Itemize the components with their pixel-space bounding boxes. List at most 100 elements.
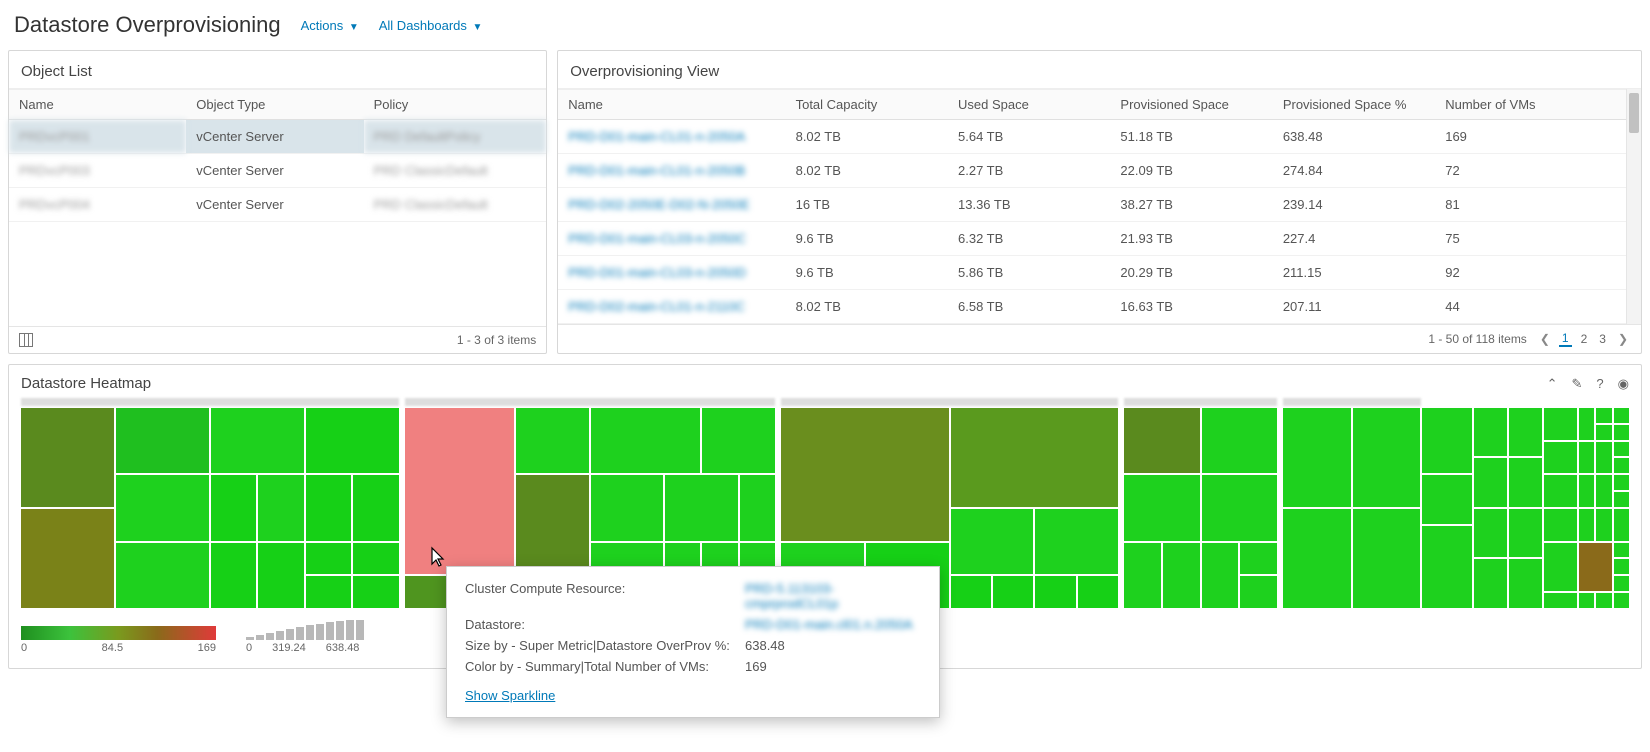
cell-name[interactable]: PRD-D02-main-CL01-n-2110C	[558, 290, 785, 324]
col-total[interactable]: Total Capacity	[786, 90, 948, 120]
cell-prov: 21.93 TB	[1110, 222, 1272, 256]
cell-total: 9.6 TB	[786, 222, 948, 256]
tt-label: Color by - Summary|Total Number of VMs:	[465, 659, 745, 674]
cell-total: 8.02 TB	[786, 290, 948, 324]
legend-size-0: 0	[246, 642, 252, 654]
cell-name[interactable]: PRD-D01-main-CL01-n-2050B	[558, 154, 785, 188]
cell-pct: 638.48	[1273, 120, 1435, 154]
cell-vms: 92	[1435, 256, 1641, 290]
tt-label: Size by - Super Metric|Datastore OverPro…	[465, 638, 745, 653]
overprovisioning-heading: Overprovisioning View	[558, 51, 1641, 89]
col-type[interactable]: Object Type	[186, 90, 363, 120]
tt-value: 169	[745, 659, 767, 674]
cell-total: 8.02 TB	[786, 120, 948, 154]
table-row[interactable]: PRD-D01-main-CL01-n-2050B8.02 TB2.27 TB2…	[558, 154, 1641, 188]
tt-label: Datastore:	[465, 617, 745, 632]
size-bars	[246, 620, 364, 640]
cell-name: PRDvcP004	[9, 188, 186, 222]
heatmap-tooltip: Cluster Compute Resource:PRD-5.113103-cm…	[446, 566, 940, 718]
cell-vms: 72	[1435, 154, 1641, 188]
overprovisioning-table: Name Total Capacity Used Space Provision…	[558, 89, 1641, 324]
cell-prov: 16.63 TB	[1110, 290, 1272, 324]
cell-prov: 51.18 TB	[1110, 120, 1272, 154]
cell-name[interactable]: PRD-D01-main-CL03-n-2050C	[558, 222, 785, 256]
tt-value[interactable]: PRD-D01-main.cl01.n.2050A	[745, 617, 913, 632]
cell-prov: 20.29 TB	[1110, 256, 1272, 290]
cell-prov: 38.27 TB	[1110, 188, 1272, 222]
col-used[interactable]: Used Space	[948, 90, 1110, 120]
pager: ❮ 1 2 3 ❯	[1537, 331, 1631, 347]
cell-pct: 274.84	[1273, 154, 1435, 188]
cell-used: 5.86 TB	[948, 256, 1110, 290]
tt-value: 638.48	[745, 638, 785, 653]
page-1[interactable]: 1	[1559, 331, 1572, 347]
object-list-footer: 1 - 3 of 3 items	[457, 333, 536, 347]
table-row[interactable]: PRD-D01-main-CL01-n-2050A8.02 TB5.64 TB5…	[558, 120, 1641, 154]
all-dashboards-dropdown[interactable]: All Dashboards ▼	[379, 18, 483, 33]
edit-icon[interactable]: ✎	[1572, 376, 1583, 392]
cell-name[interactable]: PRD-D02-2050E-D02-N-2050E	[558, 188, 785, 222]
eye-icon[interactable]: ◉	[1618, 376, 1629, 392]
page-2[interactable]: 2	[1578, 332, 1591, 346]
cell-vms: 169	[1435, 120, 1641, 154]
object-list-panel: Object List Name Object Type Policy PRDv…	[8, 50, 547, 354]
scrollbar[interactable]	[1626, 89, 1641, 324]
page-next-icon[interactable]: ❯	[1615, 332, 1631, 346]
columns-icon[interactable]	[19, 333, 33, 347]
cell-type: vCenter Server	[186, 154, 363, 188]
cell-name[interactable]: PRD-D01-main-CL01-n-2050A	[558, 120, 785, 154]
cell-prov: 22.09 TB	[1110, 154, 1272, 188]
show-sparkline-link[interactable]: Show Sparkline	[465, 688, 555, 703]
table-row[interactable]: PRDvcP003 vCenter Server PRD ClassicDefa…	[9, 154, 546, 188]
cell-total: 9.6 TB	[786, 256, 948, 290]
legend-max: 169	[198, 642, 216, 654]
cell-used: 13.36 TB	[948, 188, 1110, 222]
cell-pct: 207.11	[1273, 290, 1435, 324]
cell-vms: 81	[1435, 188, 1641, 222]
table-row[interactable]: PRDvcP001 vCenter Server PRD DefaultPoli…	[9, 120, 546, 154]
col-pct[interactable]: Provisioned Space %	[1273, 90, 1435, 120]
collapse-icon[interactable]: ⌃	[1547, 376, 1558, 392]
page-3[interactable]: 3	[1596, 332, 1609, 346]
cell-vms: 75	[1435, 222, 1641, 256]
col-name[interactable]: Name	[9, 90, 186, 120]
cell-type: vCenter Server	[186, 188, 363, 222]
table-row[interactable]: PRD-D02-2050E-D02-N-2050E16 TB13.36 TB38…	[558, 188, 1641, 222]
object-list-table: Name Object Type Policy PRDvcP001 vCente…	[9, 89, 546, 222]
cell-type: vCenter Server	[186, 120, 363, 154]
legend-size-2: 638.48	[326, 642, 360, 654]
cell-vms: 44	[1435, 290, 1641, 324]
col-policy[interactable]: Policy	[364, 90, 547, 120]
cell-pct: 211.15	[1273, 256, 1435, 290]
cell-policy: PRD ClassicDefault	[364, 154, 547, 188]
cell-used: 5.64 TB	[948, 120, 1110, 154]
cell-name: PRDvcP001	[9, 120, 186, 154]
legend-min: 0	[21, 642, 27, 654]
tt-value[interactable]: PRD-5.113103-cmprprodCL01p	[745, 581, 921, 611]
help-icon[interactable]: ?	[1596, 376, 1603, 392]
table-row[interactable]: PRDvcP004 vCenter Server PRD ClassicDefa…	[9, 188, 546, 222]
color-gradient	[21, 626, 216, 640]
cell-name[interactable]: PRD-D01-main-CL03-n-2050D	[558, 256, 785, 290]
actions-label: Actions	[301, 18, 344, 33]
cursor-icon	[425, 546, 445, 570]
chevron-down-icon: ▼	[349, 22, 359, 33]
cell-pct: 227.4	[1273, 222, 1435, 256]
table-row[interactable]: PRD-D01-main-CL03-n-2050D9.6 TB5.86 TB20…	[558, 256, 1641, 290]
col-vms[interactable]: Number of VMs	[1435, 90, 1641, 120]
page-prev-icon[interactable]: ❮	[1537, 332, 1553, 346]
col-prov[interactable]: Provisioned Space	[1110, 90, 1272, 120]
cell-used: 2.27 TB	[948, 154, 1110, 188]
overprovisioning-panel: Overprovisioning View Name Total Capacit…	[557, 50, 1642, 354]
table-row[interactable]: PRD-D02-main-CL01-n-2110C8.02 TB6.58 TB1…	[558, 290, 1641, 324]
page-title: Datastore Overprovisioning	[14, 12, 281, 38]
actions-dropdown[interactable]: Actions ▼	[301, 18, 359, 33]
cell-policy: PRD ClassicDefault	[364, 188, 547, 222]
heatmap-cell-hot[interactable]	[405, 408, 515, 574]
object-list-heading: Object List	[9, 51, 546, 89]
col-name[interactable]: Name	[558, 90, 785, 120]
cell-total: 16 TB	[786, 188, 948, 222]
table-row[interactable]: PRD-D01-main-CL03-n-2050C9.6 TB6.32 TB21…	[558, 222, 1641, 256]
chevron-down-icon: ▼	[473, 22, 483, 33]
all-dashboards-label: All Dashboards	[379, 18, 467, 33]
